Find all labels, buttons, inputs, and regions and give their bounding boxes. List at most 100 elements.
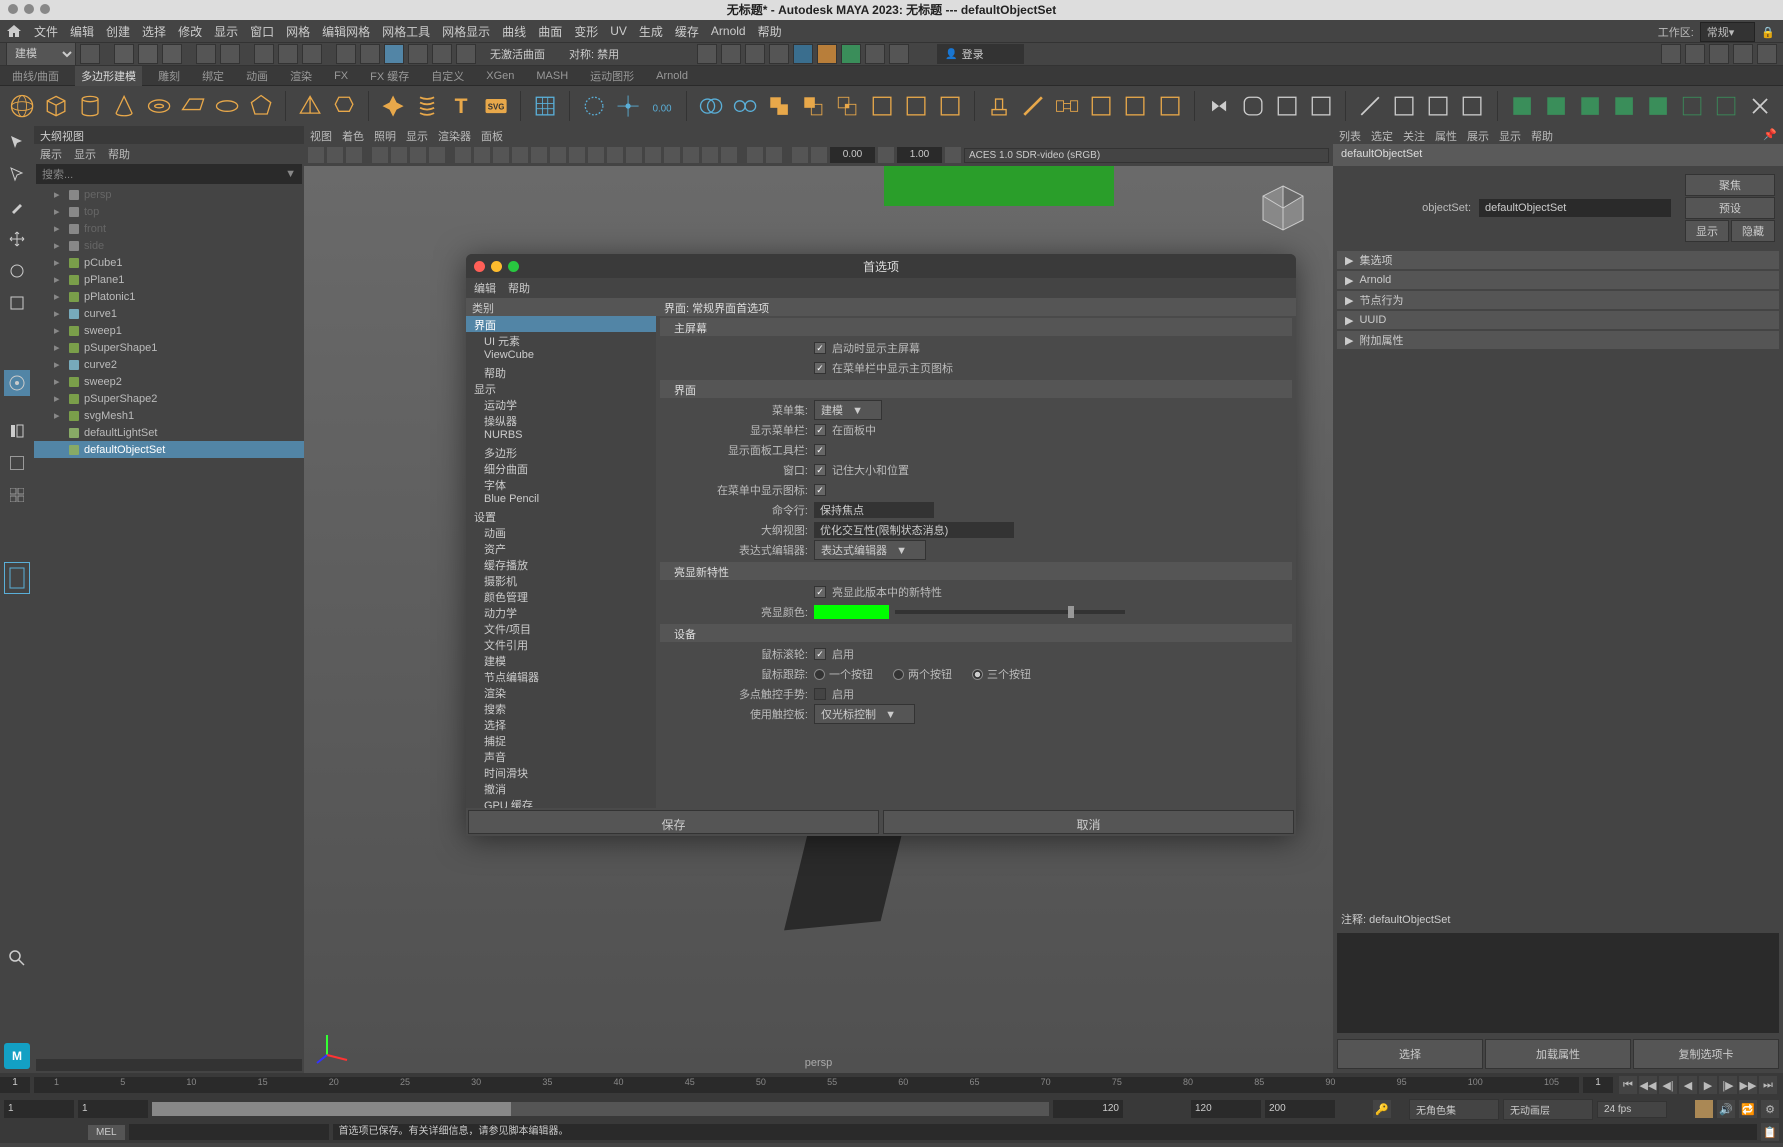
mode-selector[interactable]: 建模: [6, 42, 76, 66]
shelf-tool-k[interactable]: [1746, 90, 1774, 122]
uv-cylinder-icon[interactable]: [1542, 90, 1570, 122]
tool-settings[interactable]: [4, 370, 30, 396]
helix-icon[interactable]: [413, 90, 441, 122]
shelf-tool-h[interactable]: [1458, 90, 1486, 122]
timeline-cur-frame[interactable]: 1: [1583, 1077, 1613, 1093]
pin-icon[interactable]: 📌: [1763, 128, 1777, 142]
ae-menu-selected[interactable]: 选定: [1371, 128, 1393, 142]
vp-exp-field-icon[interactable]: [811, 147, 827, 163]
channel-box-toggle[interactable]: [4, 562, 30, 594]
viewcube-icon[interactable]: [1253, 178, 1313, 238]
menu-cache[interactable]: 缓存: [675, 23, 699, 40]
menu-file[interactable]: 文件: [34, 23, 58, 40]
home-icon[interactable]: [6, 24, 22, 38]
vp-menu-view[interactable]: 视图: [310, 128, 332, 142]
vp-film-icon[interactable]: [474, 147, 490, 163]
vp-icon-3[interactable]: [346, 147, 362, 163]
dialog-category-item[interactable]: 搜索: [466, 700, 656, 716]
select-mode-icon[interactable]: [254, 44, 274, 64]
dialog-category-item[interactable]: GPU 缓存: [466, 796, 656, 808]
cylinder-icon[interactable]: [76, 90, 104, 122]
vp-icon-1[interactable]: [308, 147, 324, 163]
panel-layout-3-icon[interactable]: [1709, 44, 1729, 64]
vp-exposure-icon[interactable]: [747, 147, 763, 163]
vp-menu-lighting[interactable]: 照明: [374, 128, 396, 142]
snap-live-icon[interactable]: [456, 44, 476, 64]
txt-cmdline[interactable]: [814, 502, 934, 518]
vp-xray-icon[interactable]: [645, 147, 661, 163]
dialog-cancel-button[interactable]: 取消: [883, 810, 1294, 834]
dialog-category-item[interactable]: 节点编辑器: [466, 668, 656, 684]
timeline-start-frame[interactable]: 1: [0, 1077, 30, 1093]
menu-help[interactable]: 帮助: [758, 23, 782, 40]
outliner-item[interactable]: ▸pSuperShape2: [34, 390, 304, 407]
range-min-start[interactable]: 1: [4, 1100, 74, 1118]
ae-menu-list[interactable]: 列表: [1339, 128, 1361, 142]
outliner-item[interactable]: defaultObjectSet: [34, 441, 304, 458]
range-out[interactable]: 200: [1265, 1100, 1335, 1118]
shelf-tool-d[interactable]: [1087, 90, 1115, 122]
vp-res-icon[interactable]: [512, 147, 528, 163]
vp-gamma-field[interactable]: 1.00: [897, 147, 942, 163]
panel-layout-2-icon[interactable]: [1685, 44, 1705, 64]
ae-tab[interactable]: defaultObjectSet: [1333, 144, 1783, 166]
workspace-lock-icon[interactable]: 🔒: [1761, 26, 1775, 39]
outliner-toggle[interactable]: [4, 418, 30, 444]
ae-menu-show[interactable]: 显示: [1499, 128, 1521, 142]
ae-focus-btn[interactable]: 聚焦: [1685, 174, 1775, 196]
ae-menu-display[interactable]: 展示: [1467, 128, 1489, 142]
layout-single[interactable]: [4, 450, 30, 476]
color-swatch[interactable]: [814, 605, 889, 619]
vp-icon-5[interactable]: [391, 147, 407, 163]
snap-plane-icon[interactable]: [408, 44, 428, 64]
autokey-icon[interactable]: 🔑: [1373, 1100, 1391, 1118]
shelf-tab-arnold[interactable]: Arnold: [650, 68, 694, 84]
menu-surfaces[interactable]: 曲面: [538, 23, 562, 40]
snap-center-icon[interactable]: [432, 44, 452, 64]
prefs-icon[interactable]: ⚙: [1761, 1100, 1779, 1118]
vp-view-transform-icon[interactable]: [945, 147, 961, 163]
outliner-item[interactable]: ▸curve2: [34, 356, 304, 373]
vp-menu-renderer[interactable]: 渲染器: [438, 128, 471, 142]
dialog-category-item[interactable]: 多边形: [466, 444, 656, 460]
soft-select-icon[interactable]: [580, 90, 608, 122]
outliner-item[interactable]: ▸curve1: [34, 305, 304, 322]
chk-scroll[interactable]: ✓: [814, 648, 826, 660]
outliner-item[interactable]: defaultLightSet: [34, 424, 304, 441]
layout-four[interactable]: [4, 482, 30, 508]
chk-show-menubar[interactable]: ✓: [814, 424, 826, 436]
vp-ms-icon[interactable]: [683, 147, 699, 163]
vp-tex-icon[interactable]: [569, 147, 585, 163]
cmd-input[interactable]: [129, 1124, 329, 1140]
menu-editmesh[interactable]: 编辑网格: [322, 23, 370, 40]
lasso-tool[interactable]: [4, 162, 30, 188]
ae-menu-help[interactable]: 帮助: [1531, 128, 1553, 142]
play-back-icon[interactable]: ◀: [1679, 1076, 1697, 1094]
dialog-category-item[interactable]: 颜色管理: [466, 588, 656, 604]
cv-icon[interactable]: 0.00: [648, 90, 676, 122]
ae-preset-btn[interactable]: 预设: [1685, 197, 1775, 219]
vp-wire-icon[interactable]: [550, 147, 566, 163]
panel-layout-5-icon[interactable]: [1757, 44, 1777, 64]
dd-expr[interactable]: 表达式编辑器 ▼: [814, 540, 926, 560]
workspace-dropdown[interactable]: 常规▾: [1700, 22, 1756, 42]
ae-copy-btn[interactable]: 复制选项卡: [1633, 1039, 1779, 1069]
play-fwd-icon[interactable]: ▶: [1699, 1076, 1717, 1094]
outliner-item[interactable]: ▸sweep1: [34, 322, 304, 339]
pause-icon[interactable]: [889, 44, 909, 64]
vp-dof-icon[interactable]: [702, 147, 718, 163]
vp-ao-icon[interactable]: [664, 147, 680, 163]
vp-colorspace-dropdown[interactable]: ACES 1.0 SDR-video (sRGB): [964, 148, 1329, 163]
range-track[interactable]: [152, 1102, 1049, 1116]
mac-maximize[interactable]: [40, 4, 50, 14]
shelf-tab-curves[interactable]: 曲线/曲面: [6, 66, 65, 86]
separate-icon[interactable]: [731, 90, 759, 122]
search-tool[interactable]: [4, 945, 30, 971]
shelf-tab-mash[interactable]: MASH: [530, 68, 574, 84]
dialog-close[interactable]: [474, 261, 485, 272]
move-tool[interactable]: [4, 226, 30, 252]
menu-create[interactable]: 创建: [106, 23, 130, 40]
vp-icon-6[interactable]: [410, 147, 426, 163]
radio-2btn[interactable]: [893, 669, 904, 680]
shelf-tab-poly[interactable]: 多边形建模: [75, 66, 142, 86]
